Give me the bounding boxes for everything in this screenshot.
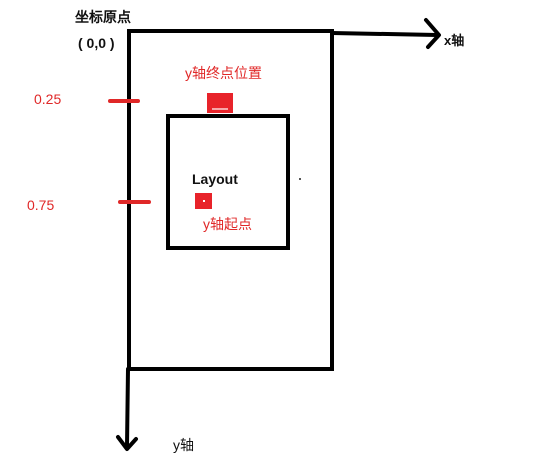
layout-label: Layout xyxy=(192,171,238,187)
tick-label-0.75: 0.75 xyxy=(27,197,55,213)
y-start-marker-dot xyxy=(203,200,205,202)
x-axis-label: x轴 xyxy=(444,33,465,48)
x-axis-line xyxy=(330,31,439,37)
y-axis-line xyxy=(125,367,130,448)
y-axis-label: y轴 xyxy=(173,437,194,453)
y-start-label: y轴起点 xyxy=(203,216,252,232)
y-end-label: y轴终点位置 xyxy=(185,65,262,81)
tick-label-0.25: 0.25 xyxy=(34,91,62,107)
stray-dot xyxy=(299,178,301,180)
outer-container xyxy=(127,29,334,371)
origin-title: 坐标原点 xyxy=(75,9,131,25)
y-end-marker xyxy=(207,93,233,113)
origin-coords: ( 0,0 ) xyxy=(78,35,115,51)
diagram-canvas xyxy=(108,18,441,451)
